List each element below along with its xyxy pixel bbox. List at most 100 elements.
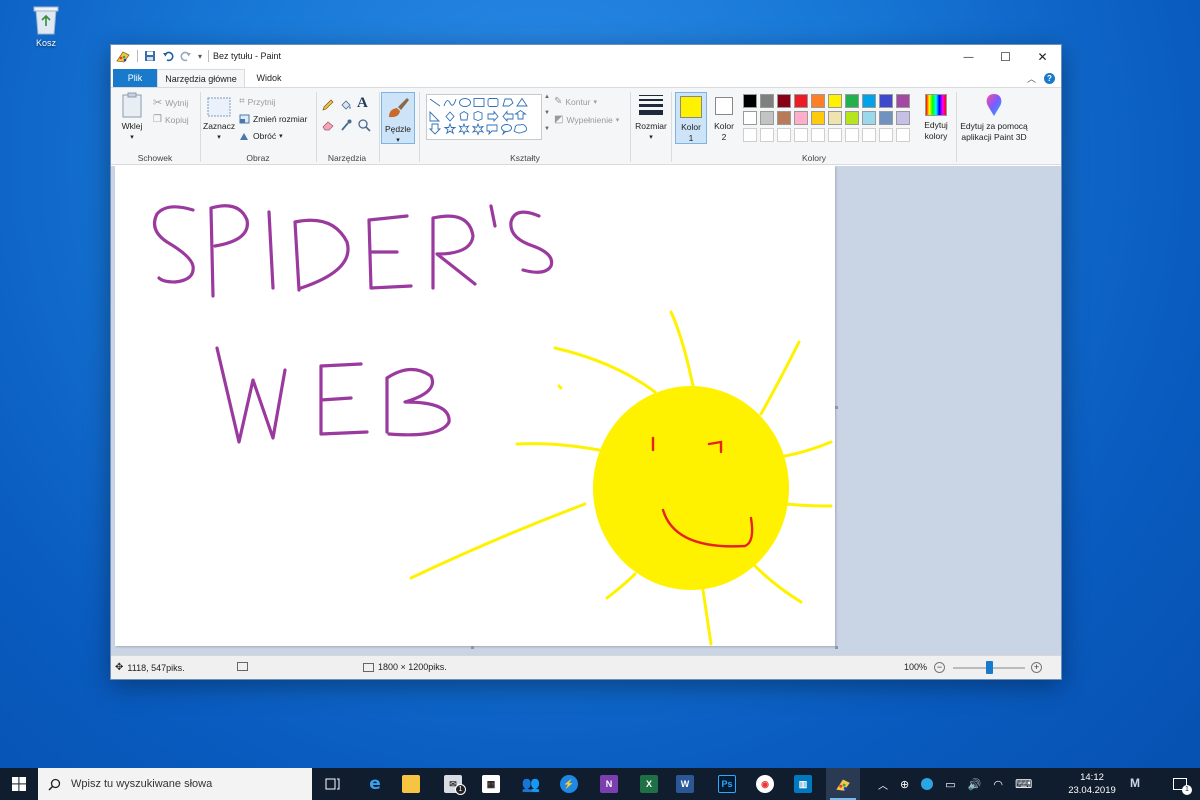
palette-color-swatch[interactable] <box>811 111 825 125</box>
qat-customize-chevron-icon[interactable]: ▾ <box>198 52 202 61</box>
custom-color-slot[interactable] <box>828 128 842 142</box>
palette-color-swatch[interactable] <box>777 111 791 125</box>
brushes-button[interactable]: Pędzle ▾ <box>381 92 415 144</box>
zoom-slider-thumb[interactable] <box>985 661 993 674</box>
taskbar-word[interactable]: W <box>668 768 702 800</box>
resize-handle-corner[interactable] <box>835 646 838 649</box>
resize-handle-bottom[interactable] <box>471 646 474 649</box>
telegram-icon[interactable] <box>921 778 934 790</box>
taskbar-file-explorer[interactable] <box>394 768 428 800</box>
select-button[interactable]: Zaznacz ▾ <box>203 92 235 143</box>
close-button[interactable]: ✕ <box>1024 45 1061 69</box>
palette-color-swatch[interactable] <box>862 111 876 125</box>
taskbar-trello[interactable]: ▥ <box>786 768 820 800</box>
task-view-button[interactable] <box>316 768 350 800</box>
custom-color-slot[interactable] <box>862 128 876 142</box>
size-button[interactable]: Rozmiar ▾ <box>632 92 670 143</box>
tab-file[interactable]: Plik <box>113 69 157 87</box>
palette-color-swatch[interactable] <box>760 111 774 125</box>
taskbar-edge[interactable]: e <box>358 768 392 800</box>
canvas-workspace[interactable] <box>111 166 1061 656</box>
redo-icon[interactable] <box>180 50 192 62</box>
cut-button[interactable]: ✂ Wytnij <box>153 96 188 109</box>
start-button[interactable] <box>0 768 38 800</box>
shapes-scroll-up-icon[interactable]: ▲ <box>544 94 550 100</box>
zoom-in-button[interactable]: + <box>1031 662 1042 673</box>
color2-button[interactable]: Kolor 2 <box>709 92 739 143</box>
save-icon[interactable] <box>144 50 156 62</box>
maximize-button[interactable]: ☐ <box>987 45 1024 69</box>
zoom-out-button[interactable]: − <box>934 662 945 673</box>
fill-button[interactable]: ◩ Wypełnienie ▾ <box>554 114 619 125</box>
palette-color-swatch[interactable] <box>845 111 859 125</box>
fill-bucket-icon[interactable] <box>339 98 353 112</box>
taskbar-onenote[interactable]: N <box>592 768 626 800</box>
magnifier-icon[interactable] <box>357 118 371 132</box>
recycle-bin-shortcut[interactable]: Kosz <box>24 4 68 48</box>
copy-button[interactable]: ❐ Kopiuj <box>153 114 189 125</box>
color-picker-icon[interactable] <box>339 118 353 132</box>
show-hidden-icons-chevron-icon[interactable]: ︿ <box>878 777 888 792</box>
search-box[interactable]: Wpisz tu wyszukiwane słowa <box>38 768 312 800</box>
taskbar-chrome[interactable]: ◉ <box>748 768 782 800</box>
drawing-canvas[interactable] <box>115 166 835 646</box>
battery-icon[interactable]: ▭ <box>945 778 955 791</box>
palette-color-swatch[interactable] <box>896 94 910 108</box>
network-globe-icon[interactable]: ⊕ <box>900 778 909 791</box>
tab-view[interactable]: Widok <box>249 69 289 87</box>
custom-color-slot[interactable] <box>811 128 825 142</box>
taskbar-photoshop[interactable]: Ps <box>710 768 744 800</box>
minimize-button[interactable]: — <box>950 45 987 69</box>
shapes-gallery-icons[interactable] <box>427 95 543 141</box>
color1-button[interactable]: Kolor 1 <box>675 92 707 144</box>
crop-button[interactable]: ⌗ Przytnij <box>239 96 276 107</box>
paste-button[interactable]: Wklej ▾ <box>117 92 147 143</box>
volume-icon[interactable]: 🔊 <box>968 778 982 791</box>
taskbar-calendar[interactable]: ▦ <box>474 768 508 800</box>
palette-color-swatch[interactable] <box>743 111 757 125</box>
tab-home[interactable]: Narzędzia główne <box>157 69 245 87</box>
palette-color-swatch[interactable] <box>743 94 757 108</box>
custom-color-slot[interactable] <box>794 128 808 142</box>
paint-app-icon[interactable] <box>115 49 131 63</box>
rotate-button[interactable]: Obróć ▾ <box>239 131 283 141</box>
wifi-icon[interactable]: ◠ <box>993 778 1003 791</box>
text-tool-icon[interactable]: A <box>357 95 368 112</box>
select-dropdown-icon[interactable]: ▾ <box>203 132 235 143</box>
taskbar-mail[interactable]: ✉ 1 <box>436 768 470 800</box>
paste-dropdown-icon[interactable]: ▾ <box>117 132 147 143</box>
shapes-scroll-down-icon[interactable]: ▼ <box>544 110 550 116</box>
palette-color-swatch[interactable] <box>777 94 791 108</box>
custom-color-slot[interactable] <box>845 128 859 142</box>
resize-handle-right[interactable] <box>835 406 838 409</box>
palette-color-swatch[interactable] <box>760 94 774 108</box>
palette-color-swatch[interactable] <box>862 94 876 108</box>
resize-button[interactable]: Zmień rozmiar <box>239 114 307 124</box>
custom-color-slot[interactable] <box>879 128 893 142</box>
edit-colors-button[interactable]: Edytuj kolory <box>919 92 953 142</box>
clock[interactable]: 14:12 23.04.2019 <box>1064 771 1120 797</box>
taskbar-messenger[interactable]: ⚡ <box>552 768 586 800</box>
custom-color-slot[interactable] <box>896 128 910 142</box>
palette-color-swatch[interactable] <box>845 94 859 108</box>
taskbar-paint[interactable] <box>826 768 860 800</box>
outline-button[interactable]: ✎ Kontur ▾ <box>554 96 597 107</box>
palette-color-swatch[interactable] <box>896 111 910 125</box>
ai-assistant-icon[interactable]: M <box>1130 776 1140 790</box>
taskbar-excel[interactable]: X <box>632 768 666 800</box>
undo-icon[interactable] <box>162 50 174 62</box>
custom-color-slot[interactable] <box>777 128 791 142</box>
palette-color-swatch[interactable] <box>879 111 893 125</box>
edit-with-paint3d-button[interactable]: Edytuj za pomocą aplikacji Paint 3D <box>958 92 1030 143</box>
shapes-more-icon[interactable]: ▼ <box>544 126 550 132</box>
custom-color-slot[interactable] <box>743 128 757 142</box>
action-center-button[interactable]: 1 <box>1160 768 1200 800</box>
collapse-ribbon-chevron-icon[interactable]: ︿ <box>1027 72 1036 85</box>
palette-color-swatch[interactable] <box>828 111 842 125</box>
custom-color-slot[interactable] <box>760 128 774 142</box>
keyboard-icon[interactable]: ⌨ <box>1015 777 1032 791</box>
taskbar-people[interactable]: 👥 <box>514 768 548 800</box>
pencil-icon[interactable] <box>321 98 335 112</box>
palette-color-swatch[interactable] <box>794 111 808 125</box>
palette-color-swatch[interactable] <box>879 94 893 108</box>
